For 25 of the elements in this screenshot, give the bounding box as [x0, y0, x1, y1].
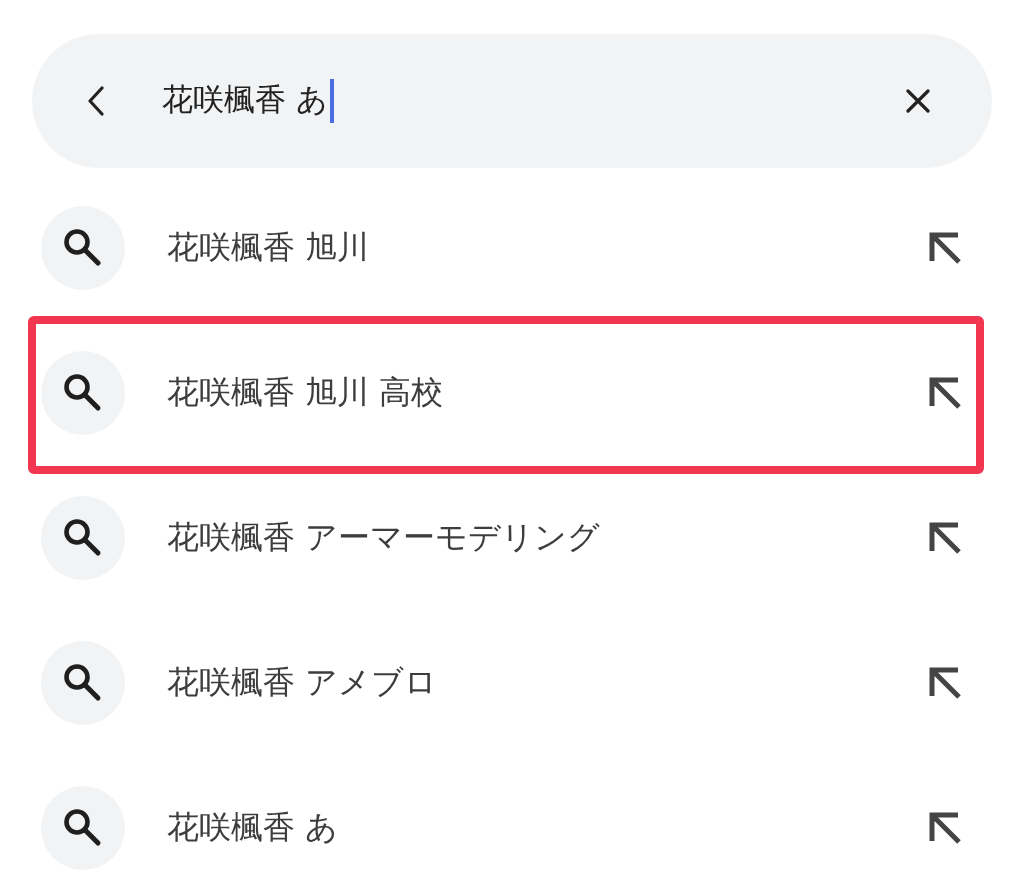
search-icon	[41, 640, 125, 725]
search-icon	[41, 350, 125, 435]
search-icon	[41, 495, 125, 580]
search-input[interactable]: 花咲楓香 あ	[162, 79, 906, 123]
search-icon	[41, 785, 125, 870]
insert-suggestion-button[interactable]	[928, 665, 962, 700]
suggestion-text[interactable]: 花咲楓香 旭川 高校	[167, 373, 928, 412]
search-icon	[41, 205, 125, 290]
chevron-left-icon	[86, 86, 106, 116]
suggestion-text[interactable]: 花咲楓香 旭川	[167, 228, 928, 267]
suggestion-text[interactable]: 花咲楓香 アーマーモデリング	[167, 518, 928, 557]
arrow-up-left-icon	[928, 375, 962, 410]
insert-suggestion-button[interactable]	[928, 375, 962, 410]
back-button[interactable]	[86, 86, 106, 116]
suggestion-text[interactable]: 花咲楓香 あ	[167, 808, 928, 847]
insert-suggestion-button[interactable]	[928, 520, 962, 555]
clear-button[interactable]	[906, 89, 930, 113]
insert-suggestion-button[interactable]	[928, 810, 962, 845]
arrow-up-left-icon	[928, 665, 962, 700]
arrow-up-left-icon	[928, 810, 962, 845]
suggestion-text[interactable]: 花咲楓香 アメブロ	[167, 663, 928, 702]
insert-suggestion-button[interactable]	[928, 230, 962, 265]
arrow-up-left-icon	[928, 520, 962, 555]
arrow-up-left-icon	[928, 230, 962, 265]
close-icon	[906, 89, 930, 113]
